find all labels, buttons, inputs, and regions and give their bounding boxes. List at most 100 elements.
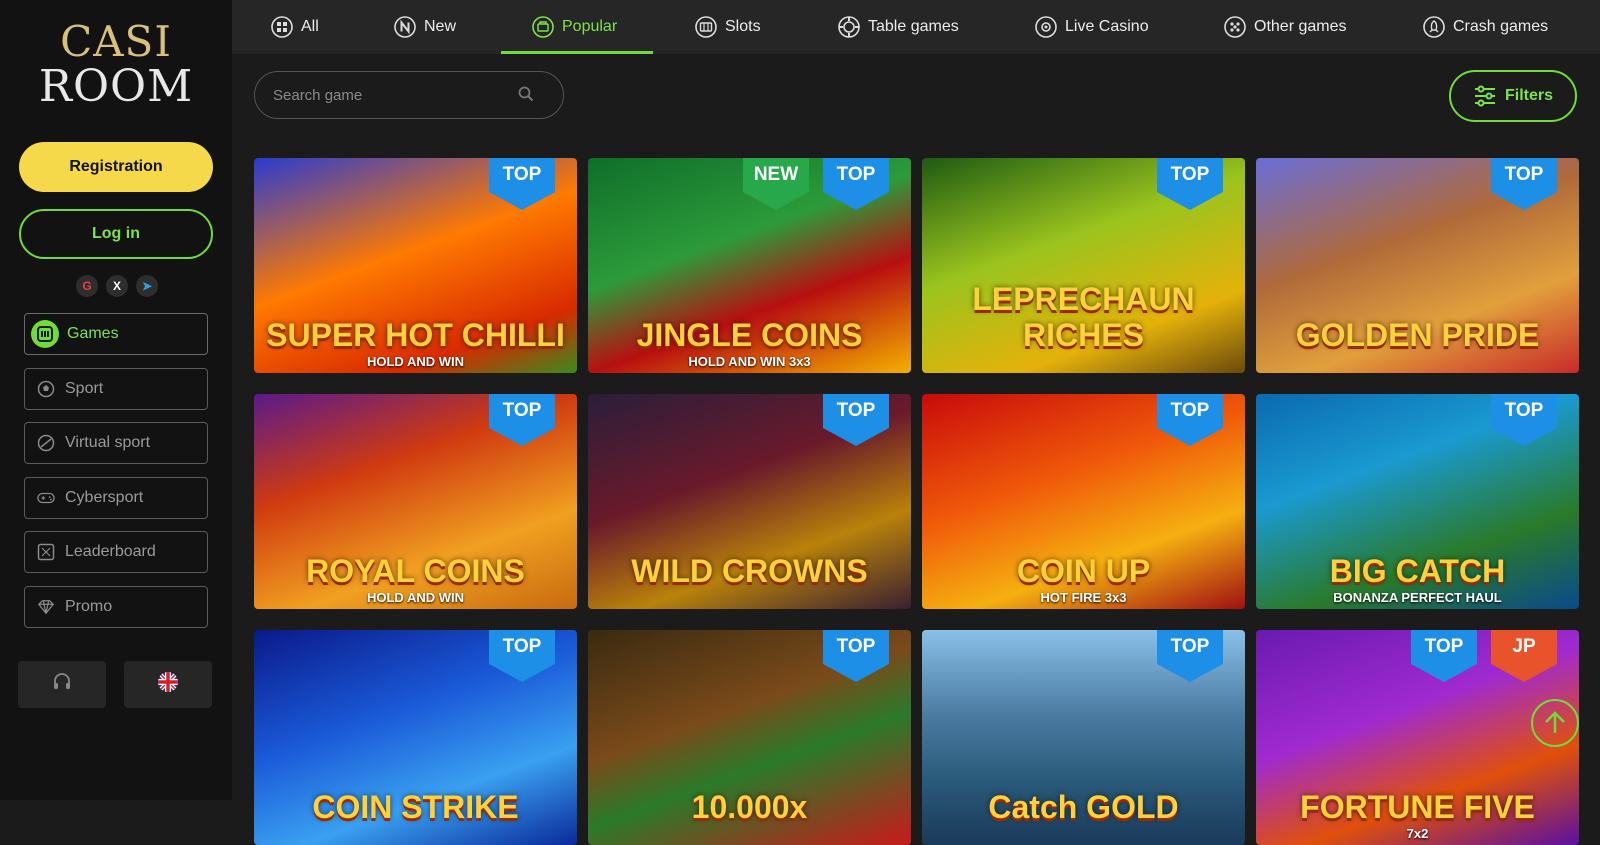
x-icon[interactable]: X <box>106 275 128 297</box>
filters-button[interactable]: Filters <box>1449 70 1577 122</box>
game-title: LEPRECHAUN RICHES <box>972 281 1195 353</box>
slot-machine-icon <box>31 320 59 348</box>
game-subtitle: HOLD AND WIN <box>366 590 464 605</box>
sidebar: CASI ROOM Registration Log in G X ➤ Game… <box>0 0 232 800</box>
tab-label: Other games <box>1254 18 1347 35</box>
game-title: SUPER HOT CHILLI <box>266 317 565 353</box>
grid-icon <box>271 16 293 38</box>
gamepad-icon <box>37 489 55 507</box>
game-title: COIN STRIKE <box>312 789 519 825</box>
social-login: G X ➤ <box>76 275 158 297</box>
game-title: JINGLE COINS <box>636 317 863 353</box>
casiroom-logo[interactable]: CASI ROOM <box>0 20 232 110</box>
game-subtitle: HOLD AND WIN 3x3 <box>688 354 811 369</box>
arrow-up-icon <box>1545 711 1565 733</box>
tab-new[interactable]: New <box>394 0 456 54</box>
active-tab-indicator <box>501 51 653 54</box>
sidebar-item-label: Virtual sport <box>65 434 151 451</box>
top-badge: TOP <box>1157 394 1223 446</box>
game-card[interactable]: 10.000x TOP <box>588 630 911 845</box>
sidebar-item-leaderboard[interactable]: Leaderboard <box>24 531 208 573</box>
game-title: BIG CATCH <box>1329 553 1506 589</box>
top-badge: TOP <box>1411 630 1477 682</box>
sidebar-item-label: Games <box>67 325 119 342</box>
google-icon[interactable]: G <box>76 275 98 297</box>
game-card[interactable]: ROYAL COINS HOLD AND WIN TOP <box>254 394 577 609</box>
rocket-icon <box>1423 16 1445 38</box>
filters-label: Filters <box>1504 87 1553 104</box>
sidebar-item-virtual-sport[interactable]: Virtual sport <box>24 422 208 464</box>
tab-all[interactable]: All <box>271 0 319 54</box>
tab-table-games[interactable]: Table games <box>838 0 959 54</box>
sidebar-item-sport[interactable]: Sport <box>24 367 208 410</box>
live-icon <box>1035 16 1057 38</box>
virtual-ball-icon <box>37 434 55 452</box>
sidebar-item-promo[interactable]: Promo <box>24 585 208 628</box>
tab-label: All <box>301 18 319 35</box>
top-badge: TOP <box>1491 158 1557 210</box>
slots-icon <box>695 16 717 38</box>
game-card[interactable]: COIN UP HOT FIRE 3x3 TOP <box>922 394 1245 609</box>
tab-live-casino[interactable]: Live Casino <box>1035 0 1149 54</box>
category-tabs: All New Popular Slots Table games Live C… <box>232 0 1600 54</box>
game-title: 10.000x <box>691 789 808 825</box>
game-title: GOLDEN PRIDE <box>1295 317 1540 353</box>
uk-flag-icon <box>157 671 179 698</box>
tab-other-games[interactable]: Other games <box>1224 0 1346 54</box>
game-title: Catch GOLD <box>988 789 1179 825</box>
game-card[interactable]: JINGLE COINS HOLD AND WIN 3x3 NEW TOP <box>588 158 911 373</box>
top-badge: TOP <box>489 158 555 210</box>
game-subtitle: 7x2 <box>1406 826 1429 841</box>
game-subtitle: HOT FIRE 3x3 <box>1040 590 1127 605</box>
telegram-icon[interactable]: ➤ <box>136 275 158 297</box>
login-button[interactable]: Log in <box>19 209 213 259</box>
logo-line1: CASI <box>60 17 172 66</box>
top-badge: TOP <box>1157 158 1223 210</box>
game-subtitle: BONANZA PERFECT HAUL <box>1333 590 1502 605</box>
top-badge: TOP <box>1157 630 1223 682</box>
game-title: COIN UP <box>1016 553 1151 589</box>
search-input[interactable]: Search game <box>254 71 564 119</box>
game-card[interactable]: WILD CROWNS TOP <box>588 394 911 609</box>
game-card[interactable]: GOLDEN PRIDE TOP <box>1256 158 1579 373</box>
filters-icon <box>1474 85 1495 107</box>
top-badge: TOP <box>1491 394 1557 446</box>
game-card[interactable]: LEPRECHAUN RICHES TOP <box>922 158 1245 373</box>
jp-badge: JP <box>1491 630 1557 682</box>
game-title: FORTUNE FIVE <box>1300 789 1535 825</box>
sidebar-footer <box>18 661 212 708</box>
top-badge: TOP <box>489 394 555 446</box>
tab-label: Table games <box>868 18 959 35</box>
popular-icon <box>532 16 554 38</box>
soccer-ball-icon <box>37 380 55 398</box>
game-card[interactable]: SUPER HOT CHILLI HOLD AND WIN TOP <box>254 158 577 373</box>
sidebar-item-label: Leaderboard <box>65 543 156 560</box>
tab-label: Live Casino <box>1065 18 1149 35</box>
game-title: ROYAL COINS <box>306 553 525 589</box>
sidebar-nav: Games Sport Virtual sport Cybersport Lea… <box>24 313 208 640</box>
support-button[interactable] <box>18 661 106 708</box>
tab-label: New <box>424 18 457 35</box>
sidebar-item-games[interactable]: Games <box>24 313 208 355</box>
search-icon[interactable] <box>517 85 535 107</box>
headset-icon <box>51 671 73 698</box>
game-card[interactable]: COIN STRIKE TOP <box>254 630 577 845</box>
game-card[interactable]: Catch GOLD TOP <box>922 630 1245 845</box>
language-button[interactable] <box>124 661 212 708</box>
tab-slots[interactable]: Slots <box>695 0 761 54</box>
game-card[interactable]: FORTUNE FIVE 7x2 TOP JP <box>1256 630 1579 845</box>
sidebar-item-label: Promo <box>65 597 113 615</box>
diamond-icon <box>37 598 55 616</box>
game-card[interactable]: BIG CATCH BONANZA PERFECT HAUL TOP <box>1256 394 1579 609</box>
registration-button[interactable]: Registration <box>19 142 213 192</box>
tab-popular[interactable]: Popular <box>532 0 617 54</box>
tab-crash-games[interactable]: Crash games <box>1423 0 1548 54</box>
tab-label: Slots <box>725 18 761 35</box>
leaderboard-icon <box>37 543 55 561</box>
scroll-to-top-button[interactable] <box>1531 699 1579 747</box>
tab-label: Crash games <box>1453 18 1549 35</box>
game-title: WILD CROWNS <box>631 553 868 589</box>
sidebar-item-cybersport[interactable]: Cybersport <box>24 476 208 519</box>
chip-icon <box>838 16 860 38</box>
sidebar-item-label: Sport <box>65 379 104 397</box>
